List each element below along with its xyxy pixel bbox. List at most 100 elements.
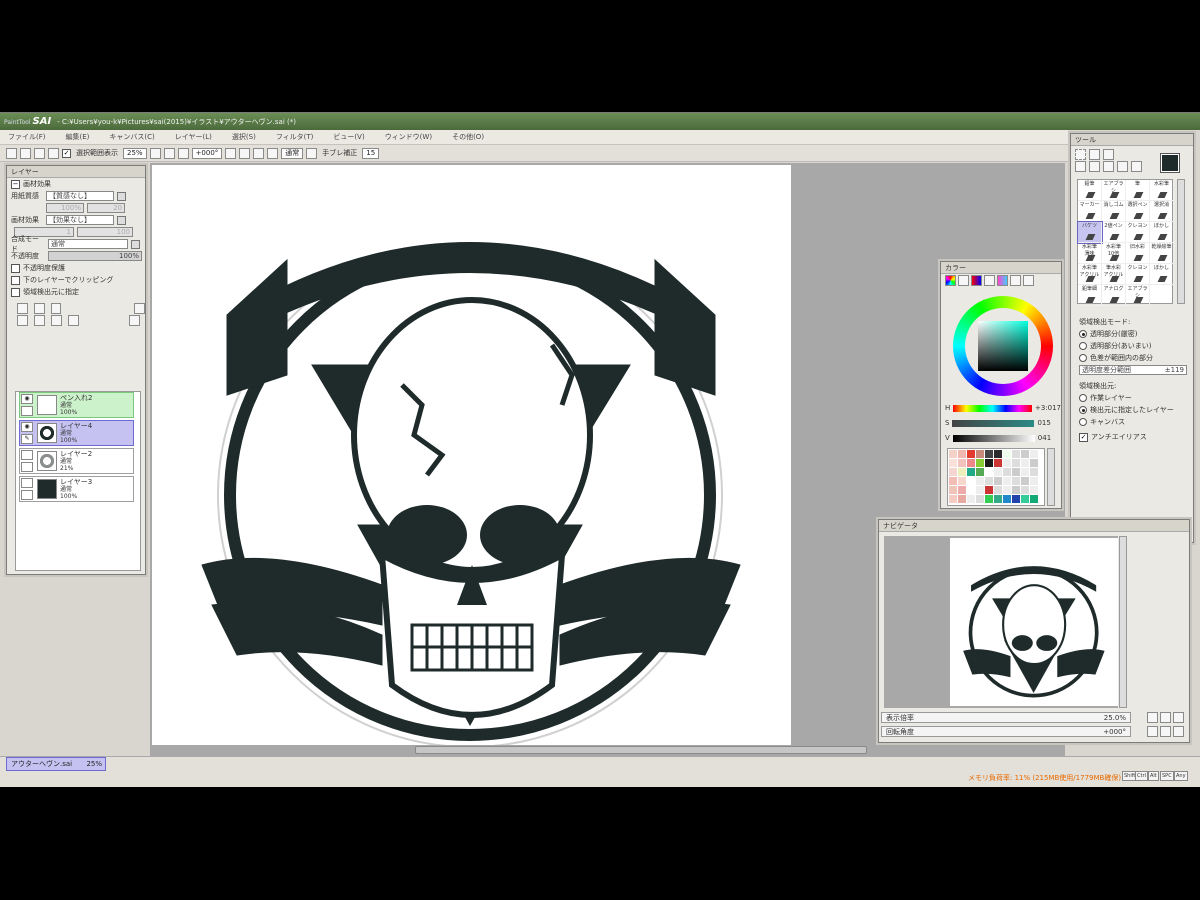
tool-item[interactable]: 水彩筆 xyxy=(1150,180,1174,201)
hue-slider[interactable] xyxy=(953,404,1032,412)
color-swatch[interactable] xyxy=(1021,495,1029,503)
color-swatch[interactable] xyxy=(985,459,993,467)
tool-grid-scrollbar[interactable] xyxy=(1177,179,1185,304)
gradient-mode-icon[interactable] xyxy=(984,274,995,286)
color-swatch[interactable] xyxy=(1030,486,1038,494)
trash-icon[interactable] xyxy=(68,314,79,326)
protect-opacity-checkbox[interactable] xyxy=(11,263,20,273)
magic-wand-icon[interactable] xyxy=(1103,148,1114,160)
menu-layer[interactable]: レイヤー(L) xyxy=(175,132,212,142)
color-wheel-mode-icon[interactable] xyxy=(945,274,956,286)
tool-item[interactable]: 2値ペン xyxy=(1102,222,1126,243)
color-swatch[interactable] xyxy=(1003,468,1011,476)
color-swatch[interactable] xyxy=(1003,486,1011,494)
tool-item[interactable]: アナログ xyxy=(1102,285,1126,306)
color-swatch[interactable] xyxy=(1030,468,1038,476)
nav-zoom-out-button[interactable] xyxy=(1147,712,1158,723)
swatch-mode-icon[interactable] xyxy=(997,274,1008,286)
lasso-icon[interactable] xyxy=(1089,148,1100,160)
tool-item[interactable]: 消しゴム xyxy=(1102,201,1126,222)
rotate-icon[interactable] xyxy=(1103,160,1114,172)
lock-icon[interactable] xyxy=(21,462,33,472)
blend-toggle-button[interactable] xyxy=(306,147,318,159)
opacity-slider[interactable]: 100% xyxy=(48,251,142,261)
menu-file[interactable]: ファイル(F) xyxy=(8,132,46,142)
flip-button[interactable] xyxy=(267,147,279,159)
tool-item[interactable]: 選択消 xyxy=(1150,201,1174,222)
drawing-canvas[interactable] xyxy=(152,165,791,745)
pen-icon[interactable]: ✎ xyxy=(21,434,33,444)
color-swatch[interactable] xyxy=(1003,495,1011,503)
color-swatch[interactable] xyxy=(1030,450,1038,458)
color-picker-square[interactable] xyxy=(978,321,1028,371)
any-key-indicator[interactable]: Any xyxy=(1174,771,1188,781)
tool-item[interactable]: マーカー xyxy=(1078,201,1102,222)
tool-item[interactable]: 鉛筆 xyxy=(1078,180,1102,201)
undo-button[interactable] xyxy=(6,147,17,159)
navigator-rotate-slider[interactable]: 回転角度 +000° xyxy=(881,726,1131,737)
tool-item[interactable]: ぼかし xyxy=(1150,222,1174,243)
material-section-header[interactable]: − 画材効果 xyxy=(7,178,145,190)
blend-mode-dropdown[interactable] xyxy=(131,239,140,249)
color-swatch[interactable] xyxy=(967,477,975,485)
menu-other[interactable]: その他(O) xyxy=(452,132,484,142)
saturation-slider[interactable] xyxy=(952,419,1035,427)
tool-item[interactable]: バケツ xyxy=(1077,221,1103,244)
tool-item[interactable]: 鉛筆細 xyxy=(1078,285,1102,306)
nav-rotate-right-button[interactable] xyxy=(1160,726,1171,737)
color-swatch[interactable] xyxy=(949,486,957,494)
eye-icon[interactable] xyxy=(21,450,33,460)
color-swatch[interactable] xyxy=(949,495,957,503)
color-swatch[interactable] xyxy=(985,468,993,476)
color-swatch[interactable] xyxy=(1030,459,1038,467)
merge-down-icon[interactable] xyxy=(34,314,45,326)
detect-source-radio-marked[interactable] xyxy=(1079,406,1087,414)
zoom-icon[interactable] xyxy=(1089,160,1100,172)
color-swatch[interactable] xyxy=(949,468,957,476)
color-swatch[interactable] xyxy=(994,477,1002,485)
lock-icon[interactable] xyxy=(21,490,33,500)
color-swatch[interactable] xyxy=(994,468,1002,476)
color-swatch[interactable] xyxy=(967,450,975,458)
hsv-slider-mode-icon[interactable] xyxy=(971,274,982,286)
blend-select[interactable]: 通常 xyxy=(281,147,304,159)
canvas-horizontal-scrollbar[interactable] xyxy=(415,746,867,754)
color-swatch[interactable] xyxy=(949,477,957,485)
tool-item[interactable]: クレヨン xyxy=(1126,222,1150,243)
color-swatch[interactable] xyxy=(958,477,966,485)
color-swatch[interactable] xyxy=(1003,459,1011,467)
new-vector-layer-icon[interactable] xyxy=(33,302,45,314)
color-swatch[interactable] xyxy=(1030,477,1038,485)
space-key-indicator[interactable]: SPC xyxy=(1160,771,1174,781)
color-swatch[interactable] xyxy=(1030,495,1038,503)
stabilizer-select[interactable]: 15 xyxy=(362,147,380,159)
color-swatch[interactable] xyxy=(949,459,957,467)
detect-source-radio-canvas[interactable] xyxy=(1079,418,1087,426)
tool-item[interactable]: 水彩筆 薄味 xyxy=(1078,243,1102,264)
eyedropper-mode-icon[interactable] xyxy=(1023,274,1034,286)
detect-mode-radio-strict[interactable] xyxy=(1079,330,1087,338)
color-swatch[interactable] xyxy=(976,450,984,458)
zoom-select[interactable]: 25% xyxy=(123,147,147,159)
layer-mask-icon[interactable] xyxy=(134,302,145,314)
color-swatch[interactable] xyxy=(1003,477,1011,485)
color-swatch[interactable] xyxy=(976,477,984,485)
rotation-select[interactable]: +000° xyxy=(191,147,223,159)
layer-item[interactable]: レイヤー2 通常 21% xyxy=(19,448,134,474)
color-swatch[interactable] xyxy=(1021,477,1029,485)
color-swatch[interactable] xyxy=(1012,450,1020,458)
color-swatch[interactable] xyxy=(1012,495,1020,503)
color-swatch[interactable] xyxy=(958,486,966,494)
color-swatch[interactable] xyxy=(958,450,966,458)
color-swatch[interactable] xyxy=(1021,459,1029,467)
deselect-button[interactable] xyxy=(34,147,45,159)
clear-layer-icon[interactable] xyxy=(51,314,62,326)
new-folder-icon[interactable] xyxy=(50,302,62,314)
tool-item[interactable]: 乾燥絵筆 xyxy=(1150,243,1174,264)
hand-icon[interactable] xyxy=(1117,160,1128,172)
menu-view[interactable]: ビュー(V) xyxy=(333,132,364,142)
color-swatch[interactable] xyxy=(967,468,975,476)
color-swatch[interactable] xyxy=(1012,477,1020,485)
color-swatch[interactable] xyxy=(976,468,984,476)
color-swatch[interactable] xyxy=(994,450,1002,458)
